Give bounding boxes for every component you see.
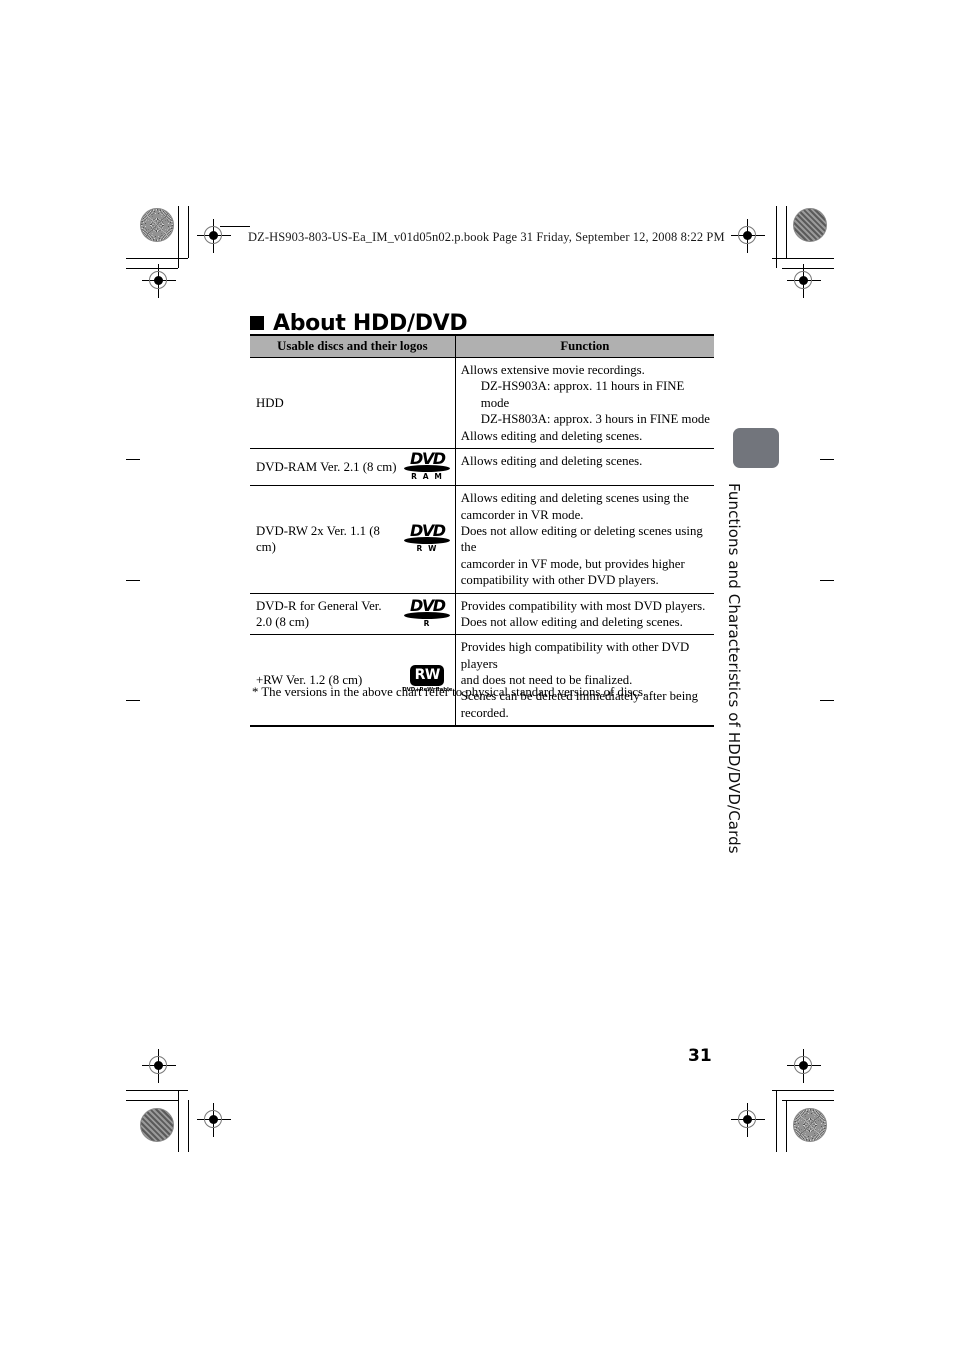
function-line: camcorder in VR mode. (460, 507, 584, 522)
crop-mark-line (776, 206, 777, 268)
disc-name: HDD (250, 357, 456, 449)
function-line: Provides compatibility with most DVD pla… (460, 598, 706, 613)
crop-mark-line (782, 268, 834, 269)
page-header-text: DZ-HS903-803-US-Ea_IM_v01d05n02.p.book P… (248, 230, 725, 244)
function-line: DZ-HS903A: approx. 11 hours in FINE mode (480, 379, 685, 410)
table-row: DVD-RW 2x Ver. 1.1 (8 cm) DVD R W Allows… (250, 485, 714, 593)
page-title-text: About HDD/DVD (273, 310, 468, 336)
registration-mark (142, 264, 176, 298)
disc-function: Allows editing and deleting scenes. (455, 448, 714, 485)
edge-tick-mark (126, 459, 140, 460)
edge-tick-mark (820, 700, 834, 701)
table-head: Usable discs and their logos Function (250, 334, 714, 358)
disc-name: DVD-RAM Ver. 2.1 (8 cm) (256, 459, 397, 474)
rw-logo-wordmark: RW (410, 665, 445, 687)
crop-mark-line (126, 1100, 178, 1101)
edge-tick-mark (126, 580, 140, 581)
function-line: Allows editing and deleting scenes. (460, 453, 643, 468)
column-header-function: Function (455, 334, 714, 358)
function-line: Does not allow editing or deleting scene… (460, 524, 703, 555)
function-line: compatibility with other DVD players. (460, 573, 659, 588)
disc-logo-cell: RW DVD+ReWritable (399, 634, 456, 727)
halftone-circle-bottom-left (140, 1108, 174, 1142)
chapter-title-vertical: Functions and Characteristics of HDD/DVD… (725, 483, 743, 854)
dvd-logo-subtext: R A M (411, 471, 444, 481)
page-header-stamp: DZ-HS903-803-US-Ea_IM_v01d05n02.p.book P… (220, 226, 725, 245)
disc-function: Provides high compatibility with other D… (455, 635, 714, 726)
dvd-logo-wordmark: DVD (410, 521, 446, 541)
registration-mark (731, 1103, 765, 1137)
table-footnote: * The versions in the above chart refer … (252, 684, 647, 699)
function-line: Provides high compatibility with other D… (460, 640, 690, 671)
edge-tick-mark (820, 459, 834, 460)
dvd-r-logo-icon: DVD R (403, 595, 451, 628)
dvd-rw-logo-icon: DVD R W (403, 523, 451, 553)
disc-name: +RW Ver. 1.2 (8 cm) (256, 673, 363, 687)
dvd-ram-logo-icon: DVD R A M (403, 448, 451, 481)
crop-mark-line (776, 1090, 777, 1152)
chapter-thumb-tab (733, 428, 779, 468)
crop-mark-line (126, 268, 178, 269)
crop-mark-line (786, 1100, 787, 1152)
crop-mark-line (772, 258, 834, 259)
crop-mark-line (782, 1100, 834, 1101)
halftone-circle-top-right (793, 208, 827, 242)
table-row: +RW Ver. 1.2 (8 cm) RW DVD+ReWritable Pr… (250, 634, 714, 727)
usable-discs-table: Usable discs and their logos Function HD… (250, 334, 714, 727)
disc-function: Allows editing and deleting scenes using… (455, 486, 714, 593)
disc-function: Provides compatibility with most DVD pla… (455, 593, 714, 635)
function-line: Allows editing and deleting scenes using… (460, 491, 689, 506)
table-body: HDD Allows extensive movie recordings. D… (250, 357, 714, 727)
disc-function: Allows extensive movie recordings. DZ-HS… (455, 358, 714, 449)
halftone-circle-top-left (140, 208, 174, 242)
dvd-logo-subtext: R (423, 618, 431, 628)
function-line: recorded. (460, 705, 509, 720)
function-line: DZ-HS803A: approx. 3 hours in FINE mode (480, 412, 710, 427)
dvd-logo-wordmark: DVD (410, 595, 446, 615)
disc-logo-cell: DVD R (399, 593, 456, 635)
disc-name: DVD-R for General Ver. 2.0 (8 cm) (256, 598, 382, 629)
crop-mark-line (786, 206, 787, 258)
function-line: Does not allow editing and deleting scen… (460, 614, 683, 629)
disc-logo-cell: DVD R W (399, 485, 456, 593)
function-line: Allows editing and deleting scenes. (460, 428, 643, 443)
table-row: DVD-RAM Ver. 2.1 (8 cm) DVD R A M Allows… (250, 448, 714, 486)
crop-mark-line (178, 1090, 179, 1152)
crop-mark-line (188, 206, 189, 258)
function-line: camcorder in VF mode, but provides highe… (460, 556, 685, 571)
registration-mark (197, 1103, 231, 1137)
registration-mark (142, 1049, 176, 1083)
edge-tick-mark (820, 580, 834, 581)
registration-mark (731, 219, 765, 253)
page-title: About HDD/DVD (250, 310, 468, 336)
dvd-logo-wordmark: DVD (410, 448, 446, 468)
crop-mark-line (178, 206, 179, 268)
edge-tick-mark (126, 700, 140, 701)
disc-name: DVD-RW 2x Ver. 1.1 (8 cm) (256, 524, 380, 555)
column-header-discs: Usable discs and their logos (250, 334, 456, 358)
registration-mark (787, 264, 821, 298)
header-rule (220, 226, 250, 227)
square-bullet-icon (250, 316, 264, 331)
crop-mark-line (772, 1090, 834, 1091)
registration-mark (197, 219, 231, 253)
table-header-row: Usable discs and their logos Function (250, 334, 714, 358)
table-row: DVD-R for General Ver. 2.0 (8 cm) DVD R … (250, 593, 714, 635)
dvd-logo-subtext: R W (416, 544, 439, 554)
crop-mark-line (188, 1100, 189, 1152)
table-row: HDD Allows extensive movie recordings. D… (250, 357, 714, 449)
page-number: 31 (688, 1046, 712, 1066)
disc-logo-cell: DVD R A M (399, 448, 456, 486)
registration-mark (787, 1049, 821, 1083)
function-line: Allows extensive movie recordings. (460, 363, 645, 377)
halftone-circle-bottom-right (793, 1108, 827, 1142)
